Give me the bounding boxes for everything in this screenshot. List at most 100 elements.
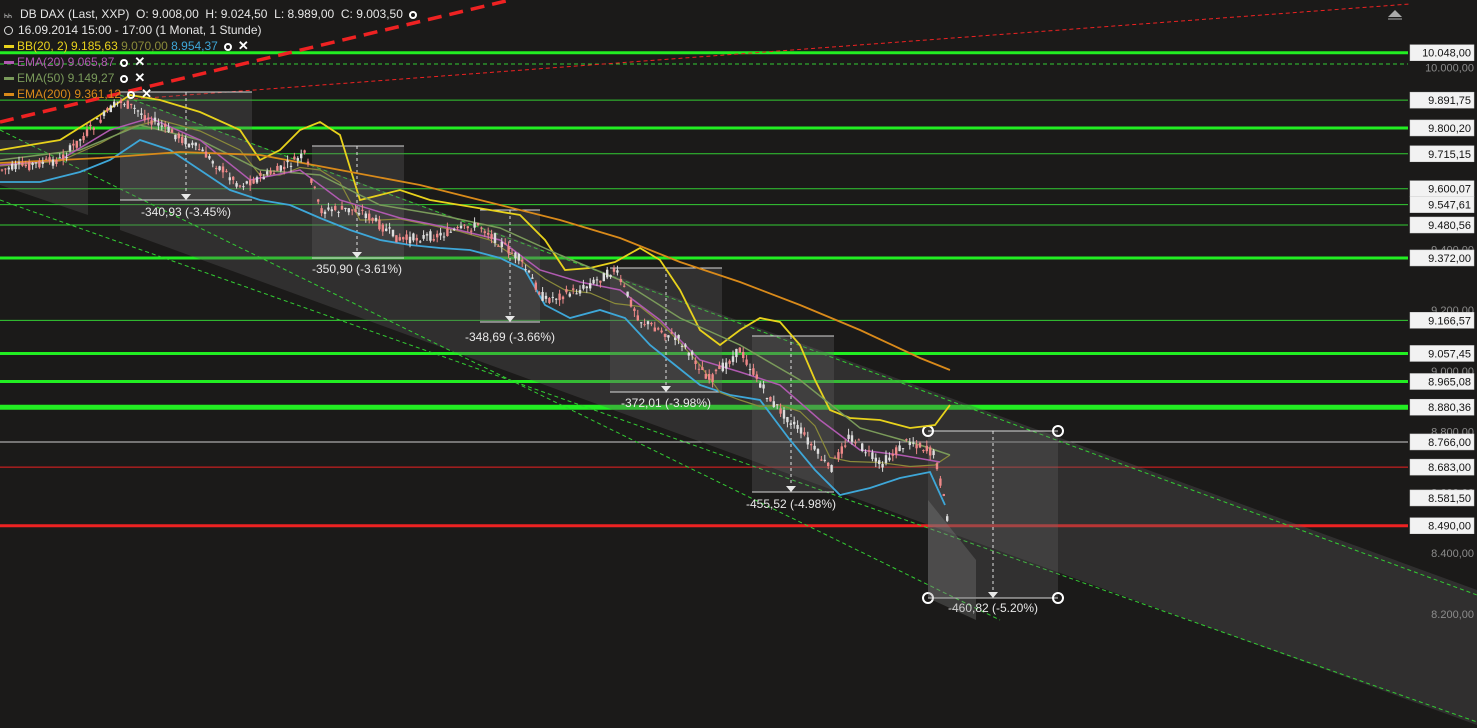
candle-body xyxy=(198,149,201,151)
price-badge-label: 9.891,75 xyxy=(1428,95,1471,107)
candle-body xyxy=(629,299,633,307)
candle-body xyxy=(833,457,837,459)
y-tick-label: 10.000,00 xyxy=(1425,62,1474,74)
candle-body xyxy=(793,421,796,425)
candle-body xyxy=(208,156,211,159)
y-tick-label: 8.200,00 xyxy=(1431,609,1474,621)
candle-body xyxy=(735,348,738,358)
candle-body xyxy=(731,356,735,362)
candle-body xyxy=(28,161,31,170)
candle-body xyxy=(398,237,401,241)
candle-body xyxy=(538,292,541,295)
candle-body xyxy=(609,275,612,278)
candle-body xyxy=(293,156,296,160)
candle-body xyxy=(140,113,143,115)
candle-body xyxy=(823,459,826,461)
candle-body xyxy=(786,417,789,423)
indicator-remove-icon[interactable]: ✕ xyxy=(141,86,152,102)
candle-body xyxy=(500,241,503,247)
candle-body xyxy=(238,185,242,187)
indicator-visibility-icon[interactable] xyxy=(223,42,232,51)
candle-body xyxy=(51,159,55,166)
candle-body xyxy=(347,208,350,213)
indicator-name: EMA(50) xyxy=(17,71,65,85)
candle-body xyxy=(58,157,61,159)
candle-body xyxy=(92,127,95,130)
candle-body xyxy=(184,137,187,145)
candle-body xyxy=(242,186,245,188)
candle-body xyxy=(150,120,153,125)
candle-body xyxy=(228,177,231,181)
candle-body xyxy=(718,365,721,370)
candle-body xyxy=(935,463,939,470)
candle-body xyxy=(327,207,330,210)
candle-body xyxy=(446,228,449,237)
candle-body xyxy=(422,235,425,239)
candle-body xyxy=(524,269,527,271)
indicator-swatch xyxy=(4,93,14,97)
candle-body xyxy=(21,162,24,166)
candle-body xyxy=(351,209,354,211)
price-badge-label: 8.766,00 xyxy=(1428,437,1471,449)
candle-body xyxy=(177,133,180,139)
indicator-value: 9.149,27 xyxy=(64,71,115,85)
candle-body xyxy=(599,280,602,283)
candle-body xyxy=(364,213,367,219)
candle-body xyxy=(82,135,85,141)
measurement-label: -348,69 (-3.66%) xyxy=(465,330,555,344)
candle-body xyxy=(344,207,347,209)
indicator-remove-icon[interactable]: ✕ xyxy=(238,38,249,54)
indicator-visibility-icon[interactable] xyxy=(127,90,136,99)
candle-body xyxy=(521,259,524,262)
candle-body xyxy=(262,177,265,180)
price-badge-label: 9.372,00 xyxy=(1428,253,1471,265)
price-badge-label: 8.581,50 xyxy=(1428,493,1471,505)
candle-body xyxy=(752,368,755,375)
candle-body xyxy=(704,373,707,379)
candle-body xyxy=(72,143,75,146)
candle-body xyxy=(354,209,357,213)
candle-body xyxy=(106,108,109,112)
candle-body xyxy=(425,234,429,236)
price-badge-label: 10.048,00 xyxy=(1422,48,1471,60)
indicator-name: EMA(20) xyxy=(17,55,65,69)
candle-body xyxy=(769,396,772,402)
candle-body xyxy=(232,176,235,180)
candle-body xyxy=(905,439,908,441)
candle-body xyxy=(4,168,7,170)
candle-body xyxy=(674,337,677,340)
indicator-remove-icon[interactable]: ✕ xyxy=(134,54,145,70)
candle-body xyxy=(113,101,116,108)
candle-body xyxy=(38,160,41,168)
candle-body xyxy=(456,227,459,229)
candle-body xyxy=(922,450,925,452)
candle-body xyxy=(901,448,905,450)
candle-body xyxy=(796,424,799,429)
candle-body xyxy=(582,284,585,289)
candle-body xyxy=(286,160,289,163)
candle-body xyxy=(300,153,303,159)
candle-body xyxy=(565,289,568,293)
candle-body xyxy=(473,222,476,228)
candle-body xyxy=(578,290,582,294)
candle-body xyxy=(194,142,197,146)
candle-body xyxy=(861,443,864,452)
ohlc-values: O: 9.008,00 H: 9.024,50 L: 8.989,00 C: 9… xyxy=(136,7,403,21)
candle-body xyxy=(85,129,89,136)
indicator-visibility-icon[interactable] xyxy=(120,58,129,67)
candle-body xyxy=(371,217,374,221)
price-chart[interactable]: -340,93 (-3.45%) -350,90 (-3.61%) -348,69 … xyxy=(0,0,1477,728)
candle-body xyxy=(534,282,537,290)
indicator-remove-icon[interactable]: ✕ xyxy=(134,70,145,86)
candle-body xyxy=(218,166,221,171)
candle-body xyxy=(602,273,605,282)
indicator-visibility-icon[interactable] xyxy=(120,74,129,83)
price-badge-label: 9.057,45 xyxy=(1428,348,1471,360)
candle-body xyxy=(504,243,507,245)
candle-body xyxy=(211,161,214,164)
candle-body xyxy=(337,211,340,213)
settings-toggle-icon[interactable] xyxy=(408,10,417,19)
candle-body xyxy=(619,279,622,283)
candle-body xyxy=(612,268,616,272)
candle-body xyxy=(663,333,667,337)
